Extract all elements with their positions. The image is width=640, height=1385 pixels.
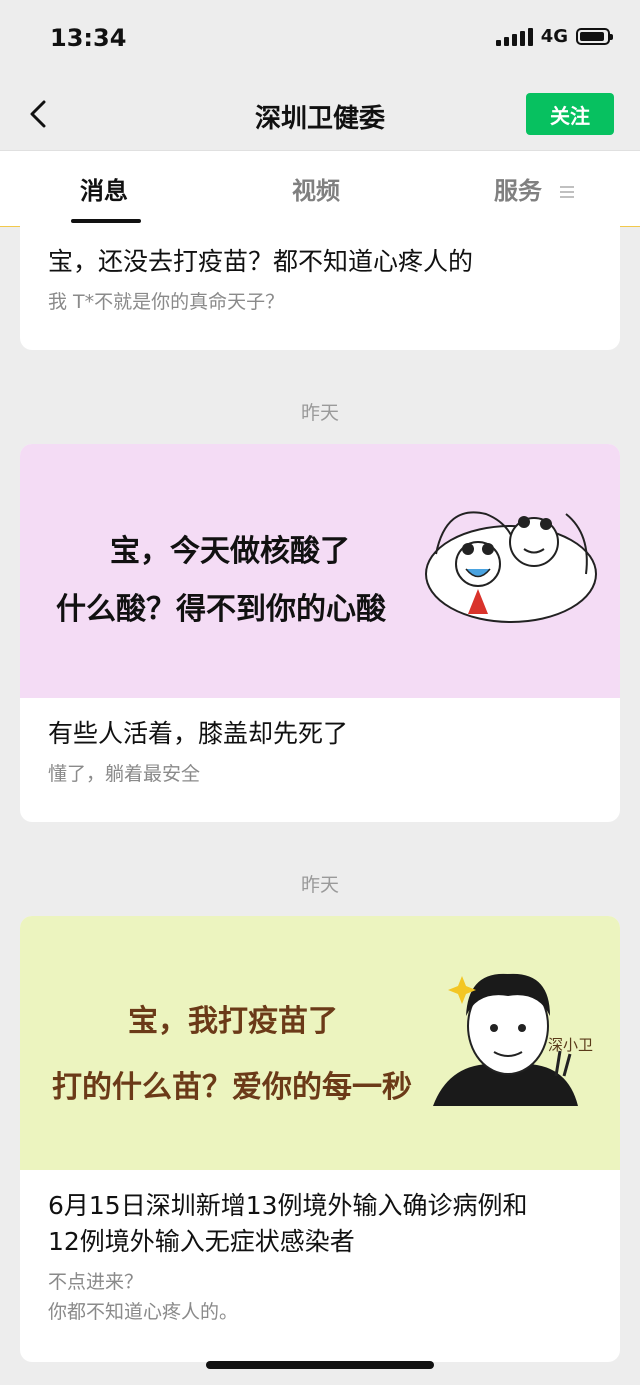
message-card-1[interactable]: 宝，还没去打疫苗？都不知道心疼人的 我 T*不就是你的真命天子？ bbox=[20, 226, 620, 350]
date-separator: 昨天 bbox=[300, 402, 339, 424]
message-card-3[interactable]: 宝，我打疫苗了 打的什么苗？爱你的每一秒 深小卫 6月15日深圳新增13例境外输… bbox=[20, 916, 620, 1362]
banner-text-line2: 什么酸？得不到你的心酸 bbox=[56, 592, 386, 627]
tab-services[interactable]: 服务 bbox=[494, 171, 575, 206]
message-banner-image: 宝，今天做核酸了 什么酸？得不到你的心酸 bbox=[20, 444, 620, 698]
message-summary: 懂了，躺着最安全 bbox=[48, 763, 201, 785]
tab-messages[interactable]: 消息 bbox=[80, 171, 128, 206]
status-time: 13:34 bbox=[50, 24, 127, 52]
message-title-line1: 6月15日深圳新增13例境外输入确诊病例和 bbox=[48, 1191, 528, 1220]
menu-icon bbox=[560, 183, 575, 201]
battery-icon bbox=[576, 28, 613, 45]
message-title-line2: 12例境外输入无症状感染者 bbox=[48, 1227, 355, 1256]
tab-bar: 消息 视频 服务 bbox=[0, 150, 640, 227]
meme-pandas-illustration bbox=[425, 511, 597, 623]
message-banner-image: 宝，我打疫苗了 打的什么苗？爱你的每一秒 深小卫 bbox=[20, 916, 620, 1170]
status-icons: 4G bbox=[495, 26, 613, 47]
follow-button[interactable]: 关注 bbox=[526, 93, 614, 135]
tab-videos[interactable]: 视频 bbox=[292, 171, 340, 206]
message-summary-line2: 你都不知道心疼人的。 bbox=[48, 1301, 239, 1323]
message-card-2[interactable]: 宝，今天做核酸了 什么酸？得不到你的心酸 有些人活着，膝盖却先死了 懂了，躺着最… bbox=[20, 444, 620, 822]
banner-text-line1: 宝，今天做核酸了 bbox=[110, 534, 350, 569]
message-summary: 我 T*不就是你的真命天子？ bbox=[48, 291, 285, 313]
message-title: 有些人活着，膝盖却先死了 bbox=[48, 719, 349, 748]
tab-services-label: 服务 bbox=[494, 177, 542, 205]
network-type: 4G bbox=[540, 26, 568, 47]
message-summary-line1: 不点进来？ bbox=[48, 1271, 144, 1293]
banner-text-line2: 打的什么苗？爱你的每一秒 bbox=[52, 1070, 412, 1105]
nav-bar: 深圳卫健委 关注 bbox=[0, 80, 640, 150]
banner-text-line1: 宝，我打疫苗了 bbox=[128, 1004, 338, 1039]
message-title: 宝，还没去打疫苗？都不知道心疼人的 bbox=[48, 247, 474, 276]
home-indicator bbox=[206, 1361, 434, 1369]
banner-signature: 深小卫 bbox=[548, 1036, 594, 1054]
status-bar: 13:34 4G bbox=[0, 0, 640, 80]
signal-icon bbox=[495, 27, 533, 46]
date-separator: 昨天 bbox=[300, 874, 339, 896]
active-tab-indicator bbox=[71, 219, 141, 223]
